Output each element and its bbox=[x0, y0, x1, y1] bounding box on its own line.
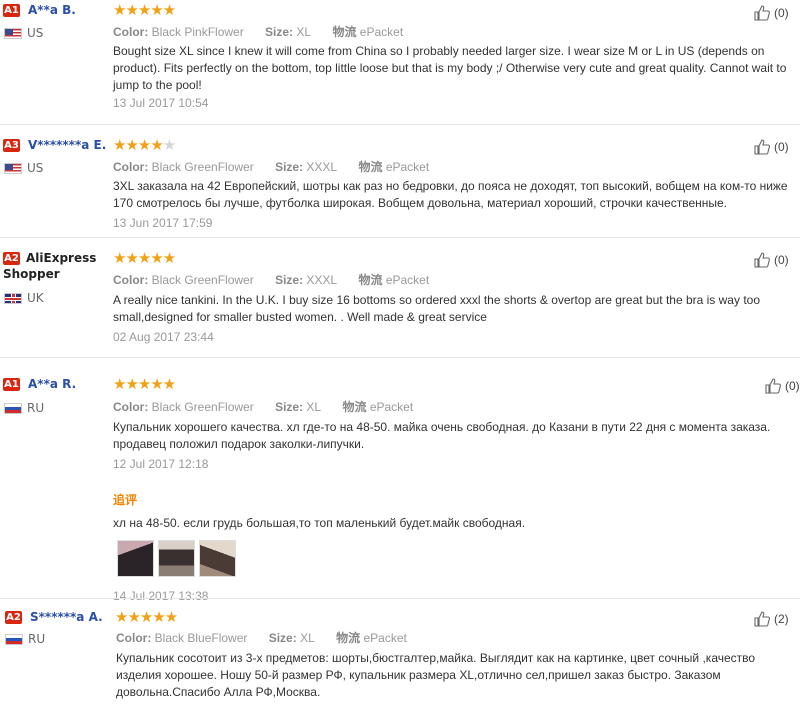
buyer-country: US bbox=[4, 26, 43, 40]
rating-stars: ★★★★★ bbox=[113, 250, 176, 267]
buyer-name[interactable]: A**a R. bbox=[28, 377, 76, 391]
us-flag-icon bbox=[4, 27, 22, 39]
review-text: Bought size XL since I knew it will come… bbox=[113, 44, 787, 92]
additional-review-label: 追评 bbox=[113, 493, 138, 507]
order-attributes: Color: Black BlueFlower Size: XL 物流 ePac… bbox=[116, 631, 407, 645]
helpful-button[interactable]: (0) bbox=[753, 4, 789, 22]
buyer-name[interactable]: V*******a E. bbox=[28, 138, 106, 152]
review-text: Купальник сосотоит из 3-х предметов: шор… bbox=[116, 651, 756, 699]
order-attributes: Color: Black GreenFlower Size: XXXL 物流 e… bbox=[113, 273, 430, 287]
buyer-level-badge: A3 bbox=[3, 139, 20, 152]
buyer-country: US bbox=[4, 161, 43, 175]
buyer-level-badge: A1 bbox=[3, 378, 20, 391]
helpful-button[interactable]: (0) bbox=[753, 138, 789, 156]
rating-stars: ★★★★★ bbox=[115, 609, 178, 626]
buyer-level-badge: A1 bbox=[3, 4, 20, 17]
uk-flag-icon bbox=[4, 292, 22, 304]
us-flag-icon bbox=[4, 162, 22, 174]
helpful-button[interactable]: (0) bbox=[764, 377, 800, 395]
review-separator bbox=[0, 237, 800, 238]
rating-stars: ★★★★★ bbox=[113, 137, 176, 154]
buyer-country: UK bbox=[4, 291, 44, 305]
buyer-name[interactable]: AliExpress Shopper bbox=[3, 250, 103, 282]
review-photo[interactable] bbox=[199, 540, 236, 577]
review-photo[interactable] bbox=[117, 540, 154, 577]
review-date: 13 Jun 2017 17:59 bbox=[113, 216, 213, 230]
buyer-level-badge: A2 bbox=[5, 611, 22, 624]
review-date: 02 Aug 2017 23:44 bbox=[113, 330, 214, 344]
ru-flag-icon bbox=[4, 402, 22, 414]
ru-flag-icon bbox=[5, 633, 23, 645]
helpful-button[interactable]: (0) bbox=[753, 251, 789, 269]
review-text: Купальник хорошего качества. хл где-то н… bbox=[113, 420, 771, 451]
order-attributes: Color: Black PinkFlower Size: XL 物流 ePac… bbox=[113, 25, 404, 39]
order-attributes: Color: Black GreenFlower Size: XXXL 物流 e… bbox=[113, 160, 430, 174]
thumbs-up-icon bbox=[754, 5, 770, 21]
review-separator bbox=[0, 357, 800, 358]
buyer-country: RU bbox=[5, 632, 45, 646]
order-attributes: Color: Black GreenFlower Size: XL 物流 ePa… bbox=[113, 400, 414, 414]
review-date: 13 Jul 2017 10:54 bbox=[113, 96, 209, 110]
thumbs-up-icon bbox=[754, 139, 770, 155]
buyer-name[interactable]: A**a B. bbox=[28, 3, 76, 17]
thumbs-up-icon bbox=[754, 611, 770, 627]
buyer-country: RU bbox=[4, 401, 44, 415]
review-photo[interactable] bbox=[158, 540, 195, 577]
thumbs-up-icon bbox=[754, 252, 770, 268]
review-text: 3XL заказала на 42 Европейский, шотры ка… bbox=[113, 179, 788, 210]
buyer-name[interactable]: S******a A. bbox=[30, 610, 103, 624]
review-separator bbox=[0, 598, 800, 599]
thumbs-up-icon bbox=[765, 378, 781, 394]
additional-review-text: хл на 48-50. если грудь большая,то топ м… bbox=[113, 516, 526, 530]
rating-stars: ★★★★★ bbox=[113, 376, 176, 393]
helpful-button[interactable]: (2) bbox=[753, 610, 789, 628]
review-date: 12 Jul 2017 12:18 bbox=[113, 457, 209, 471]
review-separator bbox=[0, 124, 800, 125]
additional-review-date: 14 Jul 2017 13:38 bbox=[113, 589, 209, 603]
review-text: A really nice tankini. In the U.K. I buy… bbox=[113, 293, 760, 324]
rating-stars: ★★★★★ bbox=[113, 2, 176, 19]
